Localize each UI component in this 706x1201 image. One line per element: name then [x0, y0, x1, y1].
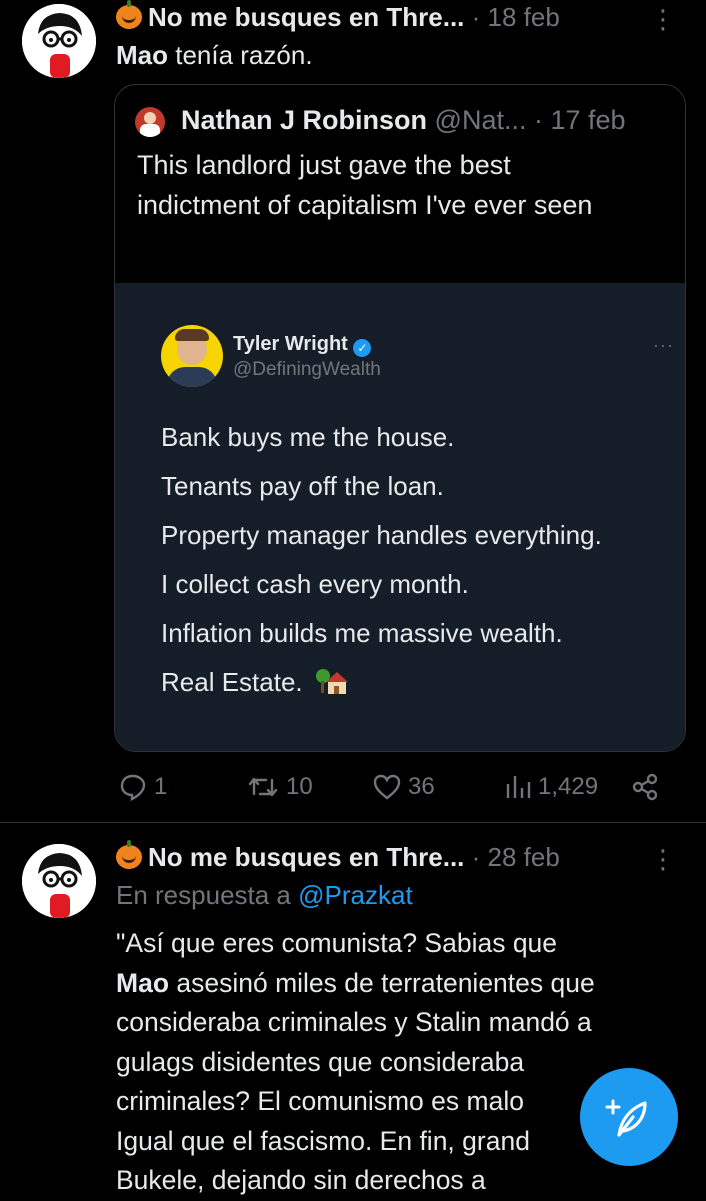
post-text-bold: Mao [116, 40, 168, 70]
quoted-header: Nathan J Robinson @Nat... · 17 feb [181, 105, 626, 136]
pumpkin-icon [116, 0, 142, 29]
post-line: criminales? El comunismo es malo [116, 1086, 524, 1116]
post-date[interactable]: · 28 feb [472, 842, 560, 872]
post-text: Mao tenía razón. [116, 40, 313, 71]
share-button[interactable] [630, 772, 660, 802]
verified-badge-icon: ✓ [353, 339, 372, 357]
tyler-avatar [161, 325, 223, 387]
more-options-icon[interactable]: ⋮ [650, 4, 676, 35]
cartoon-avatar-icon [22, 844, 96, 918]
quoted-author-name: Nathan J Robinson [181, 105, 428, 135]
post-text-rest: asesinó miles de terratenientes que [169, 967, 595, 998]
share-icon [632, 773, 658, 801]
views-count: 1,429 [538, 773, 599, 800]
post-line: Mao asesinó miles de terratenientes que [116, 964, 595, 1004]
repost-button[interactable]: 10 [246, 772, 313, 802]
reply-icon [120, 774, 146, 801]
house-with-tree-icon [315, 669, 348, 695]
avatar[interactable] [22, 4, 96, 78]
tyler-name: Tyler Wright [233, 333, 348, 355]
quoted-avatar [135, 107, 165, 137]
tyler-name-row: Tyler Wright ✓ [233, 333, 372, 357]
post-body: "Así que eres comunista? Sabias que Mao … [116, 924, 595, 1201]
post-line: "Así que eres comunista? Sabias que [116, 928, 558, 958]
views-button[interactable]: 1,429 [504, 772, 598, 802]
author-name[interactable]: No me busques en Thre... [148, 842, 464, 872]
like-count: 36 [408, 773, 435, 800]
cartoon-avatar-icon [22, 4, 96, 78]
post-text-bold: Mao [116, 967, 169, 998]
reply-prefix: En respuesta a [116, 880, 299, 910]
more-options-icon[interactable]: ⋮ [650, 844, 676, 875]
quoted-handle: @Nat... [434, 105, 527, 135]
embedded-line: Inflation builds me massive wealth. [161, 618, 563, 648]
embedded-line: Bank buys me the house. [161, 422, 455, 452]
post-line: gulags disidentes que consideraba [116, 1046, 525, 1077]
embedded-line: Real Estate. [161, 667, 303, 697]
post-text-rest: tenía razón. [168, 40, 313, 70]
embedded-line: I collect cash every month. [161, 569, 469, 599]
reply-button[interactable]: 1 [118, 772, 167, 802]
reply-context: En respuesta a @Prazkat [116, 880, 413, 911]
post-line: Bukele, dejando sin derechos a [116, 1165, 486, 1195]
quoted-post-card[interactable]: Nathan J Robinson @Nat... · 17 feb This … [114, 84, 686, 752]
repost-icon [248, 777, 278, 797]
post-header: No me busques en Thre... · 28 feb [116, 840, 560, 873]
post-header: No me busques en Thre... · 18 feb [116, 0, 560, 33]
post-line: Igual que el fascismo. En fin, grand [116, 1125, 530, 1156]
author-name[interactable]: No me busques en Thre... [148, 2, 464, 32]
compose-button[interactable] [580, 1068, 678, 1166]
embedded-line: Property manager handles everything. [161, 520, 602, 550]
reply-handle-link[interactable]: @Prazkat [298, 880, 413, 910]
post-divider [0, 822, 706, 823]
repost-count: 10 [286, 773, 313, 800]
heart-icon [373, 774, 401, 800]
reply-count: 1 [154, 773, 168, 800]
quoted-text: This landlord just gave the best indictm… [137, 150, 593, 220]
embedded-line: Tenants pay off the loan. [161, 471, 444, 501]
embedded-line-last: Real Estate. [161, 658, 602, 707]
post-line: consideraba criminales y Stalin mandó a [116, 1007, 592, 1037]
views-chart-icon [506, 776, 531, 798]
embedded-tweet-image[interactable]: Tyler Wright ✓ @DefiningWealth ··· Bank … [115, 283, 685, 751]
embedded-tweet-text: Bank buys me the house. Tenants pay off … [161, 413, 602, 707]
avatar[interactable] [22, 844, 96, 918]
tyler-handle: @DefiningWealth [233, 359, 381, 380]
pumpkin-icon [116, 840, 142, 869]
embedded-more-icon: ··· [653, 335, 674, 355]
quoted-date: · 17 feb [533, 105, 626, 135]
compose-plus-feather-icon [605, 1099, 647, 1137]
like-button[interactable]: 36 [372, 772, 435, 802]
post-date[interactable]: · 18 feb [472, 2, 560, 32]
